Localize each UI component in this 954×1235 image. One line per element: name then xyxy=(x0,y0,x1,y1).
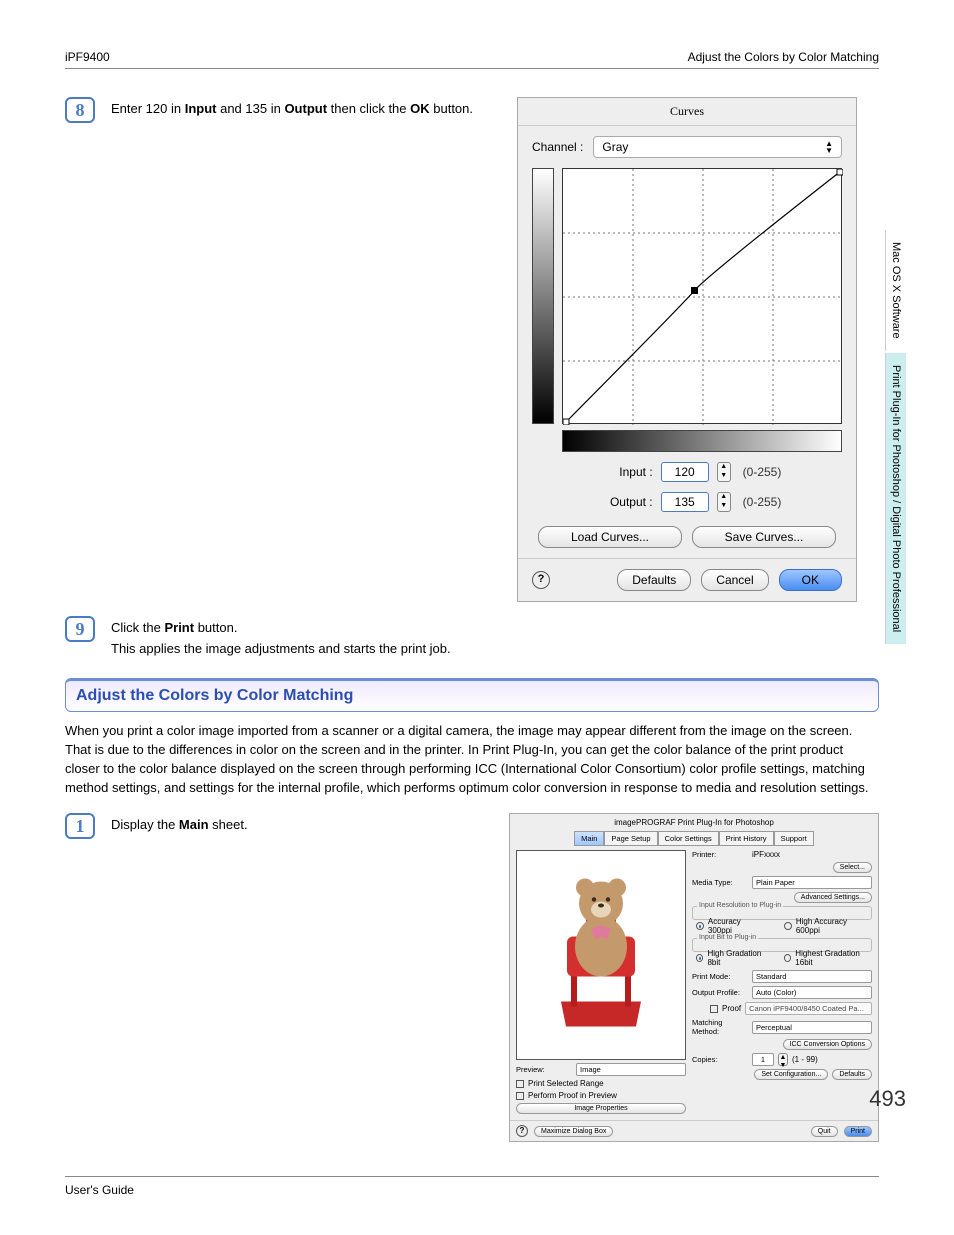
page-number: 493 xyxy=(869,1086,906,1112)
proof-checkbox[interactable] xyxy=(710,1005,718,1013)
step-9-line1: Click the Print button. xyxy=(111,620,879,635)
output-field[interactable]: 135 xyxy=(661,492,709,512)
copies-range: (1 - 99) xyxy=(792,1055,818,1064)
side-tab-plugin: Print Plug-In for Photoshop / Digital Ph… xyxy=(885,353,906,644)
acc300-label: Accuracy 300ppi xyxy=(708,917,766,935)
advanced-button[interactable]: Advanced Settings... xyxy=(794,892,872,903)
page-footer: User's Guide xyxy=(65,1176,879,1197)
bit16-label: Highest Gradation 16bit xyxy=(795,949,872,967)
header-left: iPF9400 xyxy=(65,50,110,64)
defaults-button[interactable]: Defaults xyxy=(617,569,691,591)
tab-support[interactable]: Support xyxy=(774,831,814,846)
print-mode-select[interactable]: Standard xyxy=(752,970,872,983)
input-field[interactable]: 120 xyxy=(661,462,709,482)
curve-graph[interactable] xyxy=(562,168,842,424)
input-range: (0-255) xyxy=(743,465,782,479)
tab-main[interactable]: Main xyxy=(574,831,604,846)
section-header: Adjust the Colors by Color Matching xyxy=(65,678,879,712)
acc600-label: High Accuracy 600ppi xyxy=(796,917,872,935)
matching-label: Matching Method: xyxy=(692,1018,748,1036)
maximize-button[interactable]: Maximize Dialog Box xyxy=(534,1126,613,1137)
chevron-updown-icon: ▲▼ xyxy=(825,140,833,154)
input-stepper[interactable]: ▲▼ xyxy=(717,462,731,482)
help-icon[interactable]: ? xyxy=(532,571,550,589)
tab-page-setup[interactable]: Page Setup xyxy=(604,831,657,846)
output-label: Output : xyxy=(593,495,653,509)
input-label: Input : xyxy=(593,465,653,479)
print-mode-label: Print Mode: xyxy=(692,972,748,981)
copies-stepper[interactable]: ▲▼ xyxy=(778,1053,788,1066)
plugin-tabs: Main Page Setup Color Settings Print His… xyxy=(510,831,878,846)
channel-select[interactable]: Gray ▲▼ xyxy=(593,136,842,158)
proof-value: Canon iPF9400/8450 Coated Pa... xyxy=(745,1002,872,1015)
matching-select[interactable]: Perceptual xyxy=(752,1021,872,1034)
ok-button[interactable]: OK xyxy=(779,569,842,591)
preview-label: Preview: xyxy=(516,1065,572,1074)
media-select[interactable]: Plain Paper xyxy=(752,876,872,889)
bit8-label: High Gradation 8bit xyxy=(707,949,770,967)
perform-proof-label: Perform Proof in Preview xyxy=(528,1091,617,1100)
print-button[interactable]: Print xyxy=(844,1126,872,1137)
select-printer-button[interactable]: Select... xyxy=(833,862,872,873)
curves-title: Curves xyxy=(518,98,856,126)
quit-button[interactable]: Quit xyxy=(811,1126,838,1137)
media-label: Media Type: xyxy=(692,878,748,887)
tab-color-settings[interactable]: Color Settings xyxy=(658,831,719,846)
tab-print-history[interactable]: Print History xyxy=(719,831,774,846)
side-tab-mac: Mac OS X Software xyxy=(885,230,906,351)
copies-field[interactable]: 1 xyxy=(752,1053,774,1066)
section-body: When you print a color image imported fr… xyxy=(65,722,879,797)
channel-value: Gray xyxy=(602,140,628,154)
plugin-dialog: imagePROGRAF Print Plug-In for Photoshop… xyxy=(509,813,879,1142)
page-header: iPF9400 Adjust the Colors by Color Match… xyxy=(65,50,879,69)
output-range: (0-255) xyxy=(743,495,782,509)
output-profile-select[interactable]: Auto (Color) xyxy=(752,986,872,999)
perform-proof-checkbox[interactable] xyxy=(516,1092,524,1100)
step-8-text: Enter 120 in Input and 135 in Output the… xyxy=(111,101,501,116)
step-8-badge: 8 xyxy=(65,97,95,123)
save-curves-button[interactable]: Save Curves... xyxy=(692,526,836,548)
x-gradient xyxy=(562,430,842,452)
y-gradient xyxy=(532,168,554,424)
print-selected-label: Print Selected Range xyxy=(528,1079,604,1088)
step-1-badge: 1 xyxy=(65,813,95,839)
plugin-help-icon[interactable]: ? xyxy=(516,1125,528,1137)
channel-label: Channel : xyxy=(532,140,583,154)
step-9-badge: 9 xyxy=(65,616,95,642)
footer-guide: User's Guide xyxy=(65,1183,134,1197)
icc-options-button[interactable]: ICC Conversion Options xyxy=(783,1039,872,1050)
print-selected-checkbox[interactable] xyxy=(516,1080,524,1088)
preview-image xyxy=(516,850,686,1060)
bit16-radio[interactable] xyxy=(784,954,791,962)
output-profile-label: Output Profile: xyxy=(692,988,748,997)
acc300-radio[interactable] xyxy=(696,922,704,930)
printer-value: iPFxxxx xyxy=(752,850,872,859)
plugin-title: imagePROGRAF Print Plug-In for Photoshop xyxy=(510,814,878,831)
acc600-radio[interactable] xyxy=(784,922,792,930)
output-stepper[interactable]: ▲▼ xyxy=(717,492,731,512)
curves-dialog: Curves Channel : Gray ▲▼ xyxy=(517,97,857,602)
preview-mode-select[interactable]: Image xyxy=(576,1063,686,1076)
step-1-text: Display the Main sheet. xyxy=(111,817,493,832)
cancel-button[interactable]: Cancel xyxy=(701,569,768,591)
printer-label: Printer: xyxy=(692,850,748,859)
section-title: Adjust the Colors by Color Matching xyxy=(76,687,868,705)
load-curves-button[interactable]: Load Curves... xyxy=(538,526,682,548)
header-right: Adjust the Colors by Color Matching xyxy=(688,50,879,64)
proof-label: Proof xyxy=(722,1004,741,1013)
image-properties-button[interactable]: Image Properties xyxy=(516,1103,686,1114)
set-config-button[interactable]: Set Configuration... xyxy=(754,1069,828,1080)
plugin-defaults-button[interactable]: Defaults xyxy=(832,1069,872,1080)
copies-label: Copies: xyxy=(692,1055,748,1064)
step-9-line2: This applies the image adjustments and s… xyxy=(111,641,879,656)
bit8-radio[interactable] xyxy=(696,954,703,962)
